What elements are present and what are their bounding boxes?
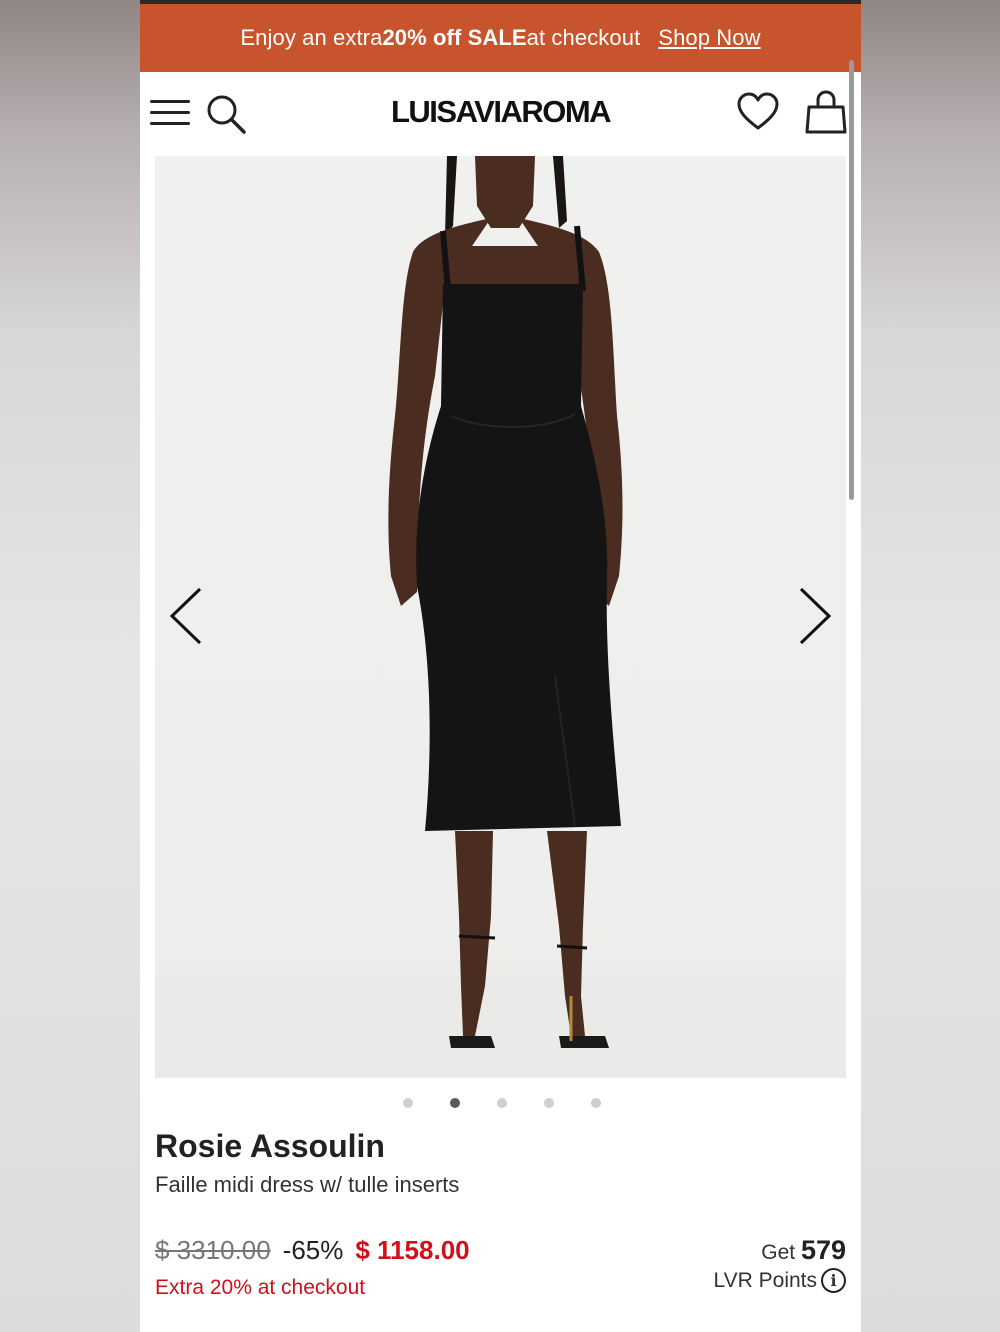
- product-page: Enjoy an extra 20% off SALE at checkout …: [140, 0, 861, 1332]
- gallery-next-button[interactable]: [791, 581, 841, 651]
- site-header: LUISAVIAROMA: [140, 72, 861, 156]
- points-label-row: LVR Points i: [713, 1268, 846, 1293]
- gallery-dot[interactable]: [543, 1098, 554, 1108]
- points-value: 579: [800, 1235, 846, 1265]
- gallery-dot[interactable]: [496, 1098, 507, 1108]
- discount-percent: -65%: [282, 1235, 344, 1265]
- gallery-dot-active[interactable]: [449, 1098, 460, 1108]
- promo-text-bold: 20% off SALE: [382, 25, 527, 50]
- gallery-dot[interactable]: [402, 1098, 413, 1108]
- original-price: $ 3310.00: [155, 1235, 271, 1265]
- menu-icon[interactable]: [150, 100, 190, 126]
- points-get-label: Get: [761, 1241, 796, 1264]
- shop-now-link[interactable]: Shop Now: [658, 25, 760, 51]
- product-name: Faille midi dress w/ tulle inserts: [155, 1172, 460, 1197]
- gallery-pagination: [140, 1098, 861, 1108]
- promo-text-post: at checkout: [526, 25, 641, 50]
- extra-discount-note: Extra 20% at checkout: [155, 1276, 366, 1299]
- gallery-prev-button[interactable]: [160, 581, 210, 651]
- product-brand[interactable]: Rosie Assoulin: [155, 1128, 385, 1165]
- promo-text-pre: Enjoy an extra: [240, 25, 383, 50]
- product-image-gallery[interactable]: [155, 156, 846, 1078]
- heart-icon[interactable]: [736, 92, 780, 132]
- search-icon[interactable]: [204, 92, 248, 136]
- page-scrollbar[interactable]: [849, 60, 854, 500]
- sale-price: $ 1158.00: [355, 1235, 470, 1265]
- price-row: $ 3310.00 -65% $ 1158.00: [155, 1235, 470, 1266]
- product-photo: [388, 156, 623, 1048]
- promo-banner: Enjoy an extra 20% off SALE at checkout …: [140, 4, 861, 72]
- bag-icon[interactable]: [804, 90, 848, 136]
- points-earn: Get 579: [761, 1235, 846, 1266]
- gallery-dot[interactable]: [590, 1098, 601, 1108]
- info-icon[interactable]: i: [821, 1268, 846, 1293]
- points-label: LVR Points: [713, 1268, 818, 1292]
